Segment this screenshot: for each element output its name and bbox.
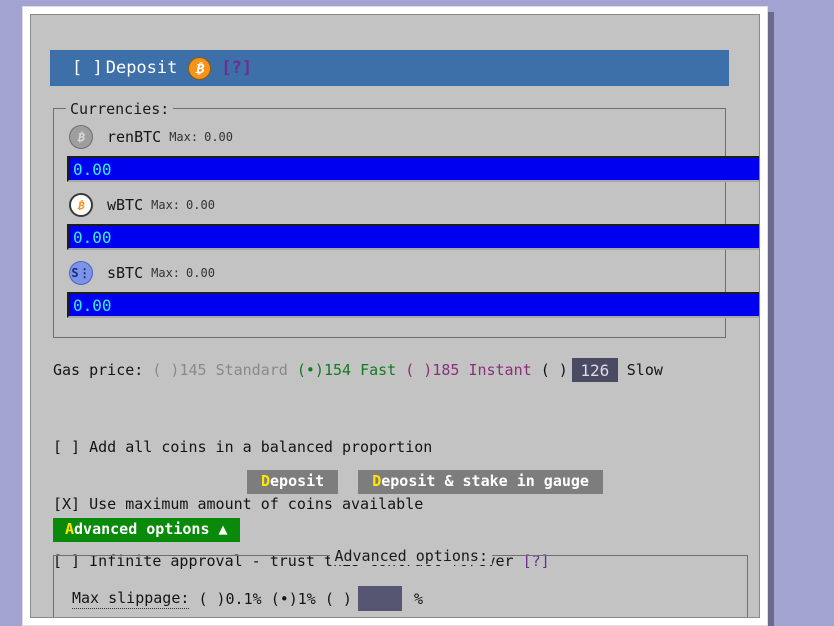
slippage-custom-input[interactable] — [357, 586, 402, 611]
amount-input-renbtc[interactable]: 0.00 — [67, 156, 759, 182]
currency-max-value-renbtc[interactable]: 0.00 — [204, 130, 233, 144]
deposit-and-stake-button[interactable]: Deposit & stake in gauge — [358, 470, 603, 494]
slippage-radio-custom[interactable]: ( ) — [325, 590, 352, 608]
gas-name-fast: Fast — [360, 361, 397, 379]
desktop-background: [ ] Deposit ₿ [?] Currencies: ₿ renBTC M… — [0, 0, 834, 626]
deposit-button[interactable]: Deposit — [247, 470, 339, 494]
amount-input-wbtc[interactable]: 0.00 — [67, 224, 759, 250]
checkbox-label-maximum: Use maximum amount of coins available — [89, 495, 424, 513]
currency-max-label-renbtc: Max: — [169, 130, 199, 144]
amount-value-renbtc: 0.00 — [73, 159, 112, 179]
slippage-value-one: 1% — [297, 589, 316, 608]
gas-radio-instant[interactable]: ( ) — [405, 361, 432, 379]
chevron-up-icon: ▲ — [218, 520, 228, 538]
deposit-stake-accel: D — [372, 472, 382, 490]
gas-option-fast[interactable]: (•) 154 Fast — [297, 361, 396, 379]
gas-name-instant: Instant — [468, 361, 532, 379]
slippage-unit: % — [413, 589, 423, 608]
gas-price-row: Gas price: ( ) 145 Standard (•) 154 Fast (… — [53, 358, 663, 382]
checkbox-balanced[interactable]: [ ] — [53, 438, 80, 456]
deposit-button-label: eposit — [270, 472, 325, 490]
amount-input-sbtc[interactable]: 0.00 — [67, 292, 759, 318]
deposit-stake-label: eposit & stake in gauge — [381, 472, 589, 490]
sbtc-icon: S⋮ — [69, 261, 93, 285]
max-slippage-label: Max slippage: — [72, 588, 190, 609]
gas-custom-input[interactable]: 126 — [571, 358, 618, 382]
gas-radio-slow[interactable]: ( ) — [541, 361, 568, 379]
currency-row-wbtc: ₿ wBTC Max: 0.00 — [69, 193, 215, 217]
deposit-header[interactable]: [ ] Deposit ₿ [?] — [50, 50, 729, 86]
amount-value-wbtc: 0.00 — [73, 227, 112, 247]
gas-value-standard: 145 — [179, 361, 207, 379]
header-help-link[interactable]: [?] — [221, 58, 252, 78]
currency-name-renbtc: renBTC — [107, 128, 162, 146]
currency-row-renbtc: ₿ renBTC Max: 0.00 — [69, 125, 233, 149]
slippage-option-point-one[interactable]: ( )0.1% — [198, 590, 261, 608]
gas-radio-standard[interactable]: ( ) — [152, 361, 179, 379]
currency-row-sbtc: S⋮ sBTC Max: 0.00 — [69, 261, 215, 285]
currencies-fieldset: Currencies: ₿ renBTC Max: 0.00 0.00 ₿ wB… — [53, 100, 759, 338]
advanced-options-legend: Advanced options: — [330, 547, 492, 565]
gas-name-standard: Standard — [215, 361, 288, 379]
currency-max-value-sbtc[interactable]: 0.00 — [186, 266, 215, 280]
gas-name-slow: Slow — [626, 361, 663, 379]
advanced-toggle-label: dvanced options — [74, 520, 210, 538]
deposit-button-accel: D — [261, 472, 271, 490]
checkbox-maximum[interactable]: [X] — [53, 495, 80, 513]
gas-option-slow[interactable]: ( ) — [541, 361, 568, 379]
gas-value-fast: 154 — [323, 361, 352, 379]
slippage-value-point-one: 0.1% — [225, 589, 262, 608]
advanced-options-toggle[interactable]: Advanced options ▲ — [53, 518, 240, 542]
gas-option-standard[interactable]: ( ) 145 Standard — [152, 361, 287, 379]
page-title: Deposit — [105, 58, 178, 78]
currencies-legend: Currencies: — [66, 100, 174, 118]
gas-custom-value: 126 — [580, 360, 610, 380]
currency-max-label-wbtc: Max: — [151, 198, 181, 212]
gas-price-label: Gas price: — [53, 361, 144, 379]
action-buttons: Deposit Deposit & stake in gauge — [247, 470, 603, 494]
gas-radio-fast[interactable]: (•) — [297, 361, 324, 379]
advanced-options-fieldset: Advanced options: Max slippage: ( )0.1% … — [53, 547, 748, 617]
bitcoin-icon: ₿ — [188, 56, 212, 80]
checkbox-row-maximum[interactable]: [X] Use maximum amount of coins availabl… — [53, 495, 550, 514]
slippage-radio-one[interactable]: (•) — [271, 590, 298, 608]
header-checkbox[interactable]: [ ] — [72, 58, 103, 78]
advanced-toggle-accel: A — [65, 520, 75, 538]
dialog-content: [ ] Deposit ₿ [?] Currencies: ₿ renBTC M… — [30, 14, 760, 618]
dialog-window: [ ] Deposit ₿ [?] Currencies: ₿ renBTC M… — [22, 6, 768, 626]
amount-value-sbtc: 0.00 — [73, 295, 112, 315]
slippage-radio-point-one[interactable]: ( ) — [198, 590, 225, 608]
currency-max-value-wbtc[interactable]: 0.00 — [186, 198, 215, 212]
gas-option-instant[interactable]: ( ) 185 Instant — [405, 361, 531, 379]
renbtc-icon: ₿ — [69, 125, 93, 149]
currency-name-sbtc: sBTC — [107, 264, 144, 282]
max-slippage-row: Max slippage: ( )0.1% (•)1% ( ) % — [72, 586, 423, 611]
slippage-option-one[interactable]: (•)1% — [271, 590, 316, 608]
currency-name-wbtc: wBTC — [107, 196, 144, 214]
checkbox-row-balanced[interactable]: [ ] Add all coins in a balanced proporti… — [53, 438, 550, 457]
wbtc-icon: ₿ — [69, 193, 93, 217]
currency-max-label-sbtc: Max: — [151, 266, 181, 280]
gas-value-instant: 185 — [432, 361, 460, 379]
checkbox-label-balanced: Add all coins in a balanced proportion — [89, 438, 433, 456]
